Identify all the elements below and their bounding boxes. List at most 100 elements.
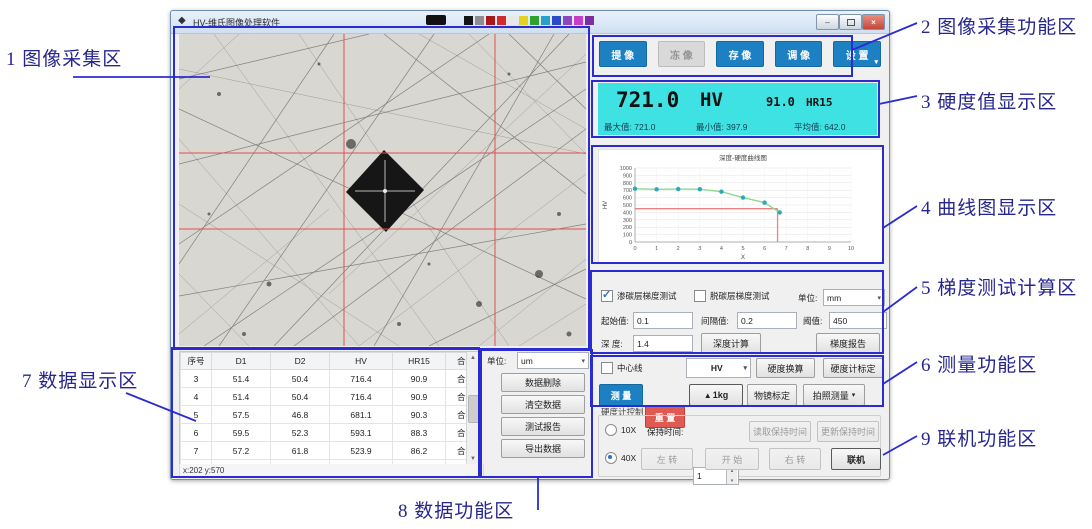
objective-40x-radio-row[interactable]: 40X — [605, 452, 636, 464]
status-bar: x:202 y:570 — [179, 464, 484, 478]
capture-button[interactable]: 提 像 — [599, 41, 647, 67]
decarburized-checkbox[interactable] — [694, 290, 706, 302]
connect-button[interactable]: 联机 — [831, 448, 881, 470]
restore-button[interactable] — [839, 14, 862, 30]
carburized-checkbox[interactable] — [601, 290, 613, 302]
photo-measure-button[interactable]: 拍照测量 ▾ — [803, 384, 865, 406]
svg-text:HV: HV — [603, 201, 609, 209]
table-cell: 57.2 — [212, 442, 271, 460]
restore-icon — [847, 19, 855, 26]
adjust-image-button[interactable]: 调 像 — [775, 41, 823, 67]
centerline-checkbox[interactable] — [601, 362, 613, 374]
titlebar-color-icon-7 — [541, 16, 550, 25]
svg-text:6: 6 — [763, 246, 766, 252]
measure-button[interactable]: 测 量 — [599, 384, 643, 406]
annotation-label-4: 4 曲线图显示区 — [921, 193, 1057, 220]
chevron-down-icon: ▾ — [743, 364, 747, 372]
table-cell: 90.3 — [393, 406, 446, 424]
data-unit-select[interactable]: um ▾ — [517, 352, 589, 369]
data-button-3[interactable]: 测试报告 — [501, 417, 585, 436]
close-button[interactable]: × — [862, 14, 885, 30]
hardness-secondary-value: 91.0 — [766, 95, 795, 109]
titlebar-color-icon-0 — [464, 16, 473, 25]
objective-calibrate-button[interactable]: 物镜标定 — [747, 384, 797, 406]
titlebar-color-icon-1 — [475, 16, 484, 25]
decarburized-checkbox-row[interactable]: 脱碳层梯度测试 — [694, 290, 770, 302]
data-button-4[interactable]: 导出数据 — [501, 439, 585, 458]
camera-bar-icon — [426, 15, 446, 25]
interval-value-label: 间隔值: — [701, 315, 729, 327]
table-scrollbar[interactable]: ▲ ▼ — [466, 352, 480, 465]
image-view[interactable] — [179, 34, 586, 346]
titlebar-color-icon-6 — [530, 16, 539, 25]
scroll-up-icon[interactable]: ▲ — [467, 352, 479, 364]
gradient-report-button[interactable]: 梯度报告 — [816, 333, 880, 354]
tester-calibrate-button[interactable]: 硬度计标定 — [823, 358, 883, 378]
turret-right-button[interactable]: 右 转 — [769, 448, 821, 470]
table-row[interactable]: 557.546.8681.190.3合格 — [181, 406, 482, 424]
measurement-table[interactable]: 序号D1D2HVHR15合格 351.450.4716.490.9合格451.4… — [180, 352, 481, 466]
data-button-2[interactable]: 清空数据 — [501, 395, 585, 414]
titlebar-toolbar-icons — [426, 15, 596, 25]
depth-hardness-chart: 深度-硬度曲线图01002003004005006007008009001000… — [599, 150, 882, 262]
table-cell: 57.5 — [212, 406, 271, 424]
threshold-label: 阈值: — [803, 315, 822, 327]
table-cell: 716.4 — [330, 370, 393, 388]
screenshot-canvas: ◆ HV-维氏图像处理软件 – × — [0, 0, 1092, 529]
save-image-button[interactable]: 存 像 — [716, 41, 764, 67]
annotation-label-5: 5 梯度测试计算区 — [921, 273, 1077, 300]
objective-10x-radio[interactable] — [605, 424, 617, 436]
load-button[interactable]: ▲ 1kg — [689, 384, 743, 406]
spinner-arrows[interactable]: ▴▾ — [726, 468, 737, 484]
table-row[interactable]: 659.552.3593.188.3合格 — [181, 424, 482, 442]
svg-text:600: 600 — [623, 196, 632, 202]
svg-text:深度-硬度曲线图: 深度-硬度曲线图 — [719, 153, 767, 162]
gradient-unit-label: 单位: — [798, 292, 817, 304]
depth-hardness-chart-panel: 深度-硬度曲线图01002003004005006007008009001000… — [598, 149, 883, 263]
turret-left-button[interactable]: 左 转 — [641, 448, 693, 470]
hardness-convert-button[interactable]: 硬度换算 — [756, 358, 815, 378]
hardness-scale-select[interactable]: HV ▾ — [686, 358, 751, 378]
annotation-label-9: 9 联机功能区 — [921, 424, 1037, 451]
freeze-button[interactable]: 冻 像 — [658, 41, 706, 67]
interval-value-input[interactable]: 0.2 — [737, 312, 797, 329]
cursor-coordinates: x:202 y:570 — [183, 466, 224, 475]
objective-40x-radio[interactable] — [605, 452, 617, 464]
carburized-checkbox-row[interactable]: 渗碳层梯度测试 — [601, 290, 677, 302]
table-header: 序号D1D2HVHR15合格 — [181, 353, 482, 370]
table-row[interactable]: 757.261.8523.986.2合格 — [181, 442, 482, 460]
update-hold-time-button[interactable]: 更新保持时间 — [817, 421, 879, 442]
objective-10x-radio-row[interactable]: 10X — [605, 424, 636, 436]
weight-icon: ▲ — [704, 391, 712, 400]
table-cell: 51.4 — [212, 388, 271, 406]
gradient-unit-select[interactable]: mm ▾ — [823, 289, 885, 306]
depth-calc-button[interactable]: 深度计算 — [701, 333, 761, 354]
table-row[interactable]: 351.450.4716.490.9合格 — [181, 370, 482, 388]
start-button[interactable]: 开 始 — [705, 448, 759, 470]
avg-value-text: 平均值: 642.0 — [794, 121, 846, 133]
settings-button[interactable]: 设 置▾ — [833, 41, 881, 67]
titlebar[interactable]: ◆ HV-维氏图像处理软件 – × — [171, 11, 889, 34]
svg-text:200: 200 — [623, 225, 632, 231]
annotation-label-2: 2 图像采集功能区 — [921, 12, 1077, 39]
svg-text:800: 800 — [623, 181, 632, 187]
dropdown-arrow-icon: ▾ — [874, 58, 878, 66]
annotation-label-6: 6 测量功能区 — [921, 350, 1037, 377]
titlebar-color-icon-3 — [497, 16, 506, 25]
svg-text:10: 10 — [848, 246, 854, 252]
threshold-input[interactable]: 450 — [829, 312, 887, 329]
table-row[interactable]: 451.450.4716.490.9合格 — [181, 388, 482, 406]
minimize-button[interactable]: – — [816, 14, 839, 30]
svg-text:4: 4 — [720, 246, 723, 252]
depth-input[interactable]: 1.4 — [633, 335, 693, 352]
svg-text:1000: 1000 — [620, 166, 632, 172]
svg-text:100: 100 — [623, 233, 632, 239]
window-title: HV-维氏图像处理软件 — [193, 16, 280, 29]
start-value-input[interactable]: 0.1 — [633, 312, 693, 329]
svg-text:500: 500 — [623, 203, 632, 209]
table-cell: 59.5 — [212, 424, 271, 442]
centerline-checkbox-row[interactable]: 中心线 — [601, 362, 643, 374]
data-button-1[interactable]: 数据删除 — [501, 373, 585, 392]
scrollbar-thumb[interactable] — [468, 395, 480, 423]
read-hold-time-button[interactable]: 读取保持时间 — [749, 421, 811, 442]
